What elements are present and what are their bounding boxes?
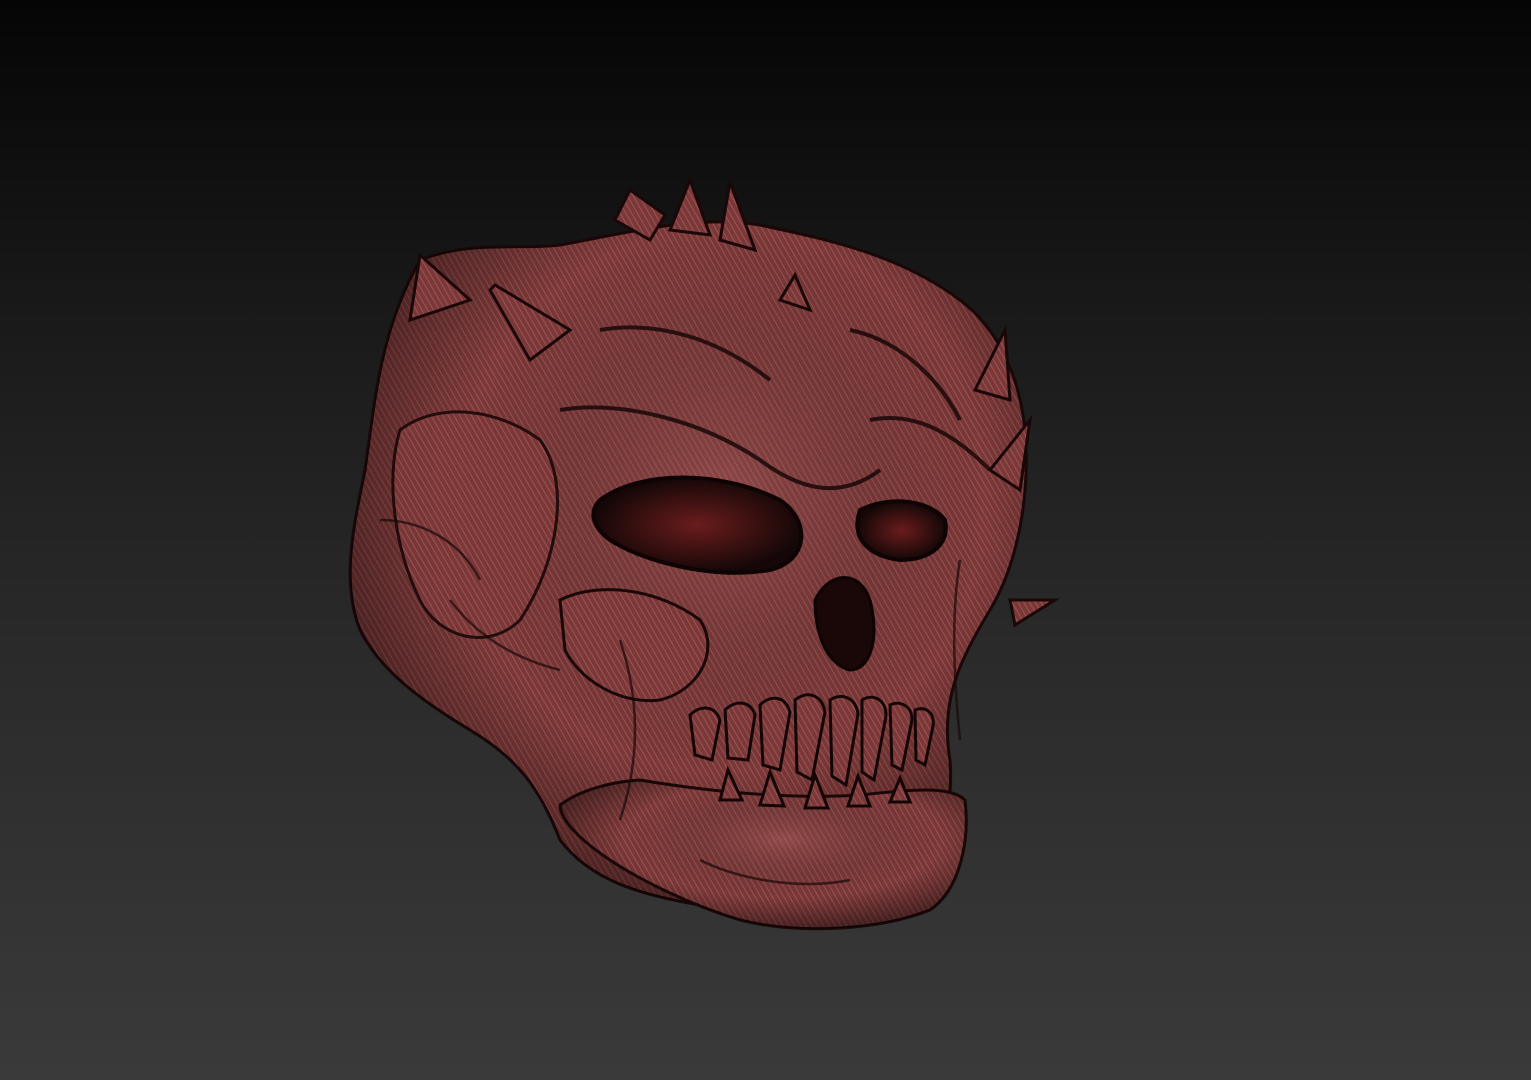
3d-viewport[interactable] xyxy=(0,0,1531,1080)
demon-skull-model[interactable] xyxy=(0,0,1531,1080)
